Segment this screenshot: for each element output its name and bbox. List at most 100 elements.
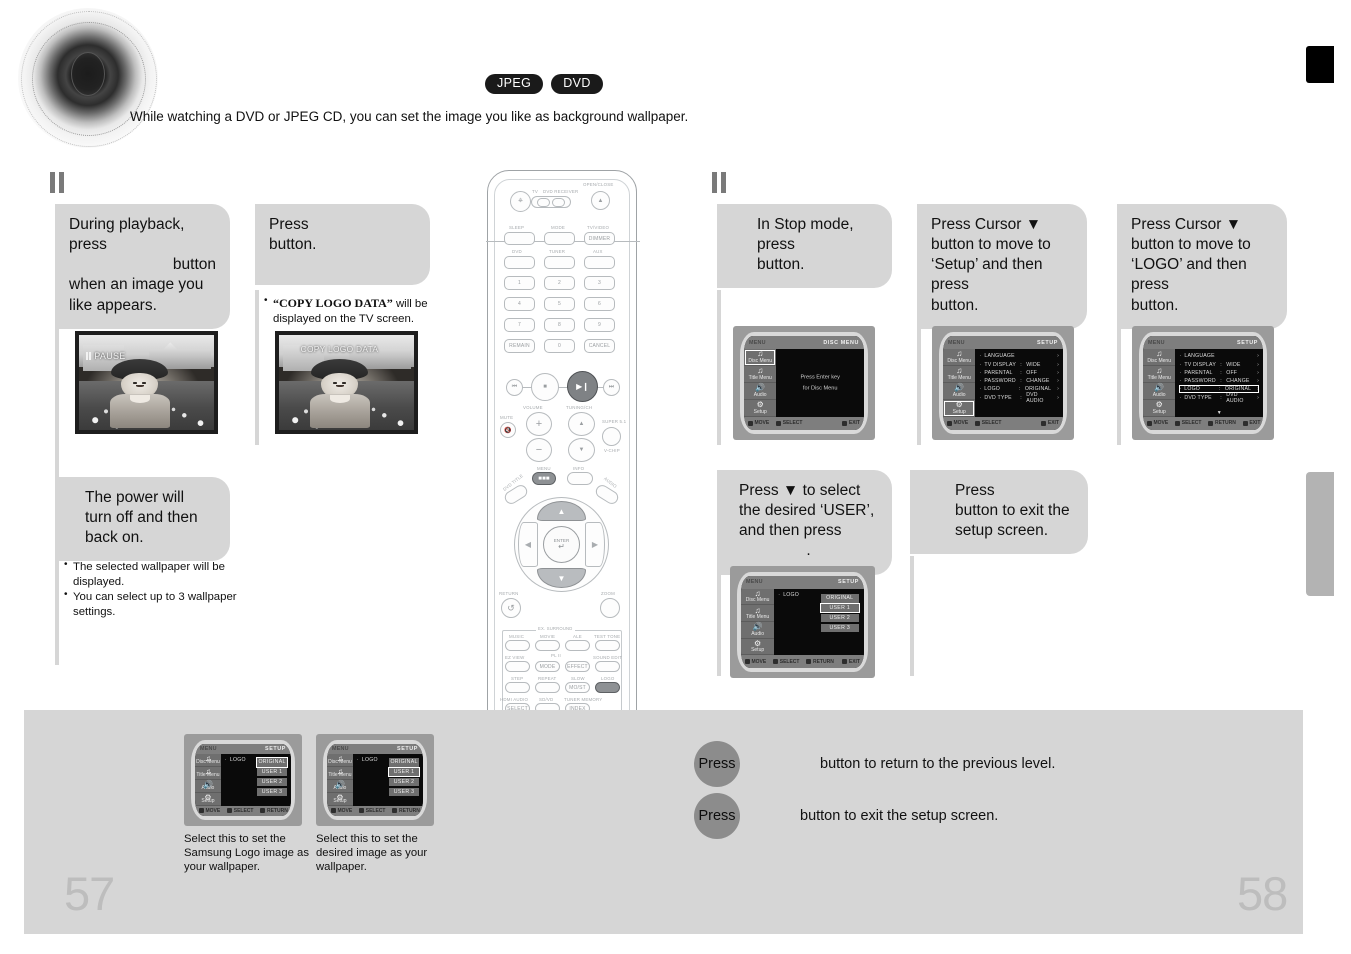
side-item-title-menu[interactable]: ♫ Title Menu [1143, 366, 1176, 383]
enter-button[interactable]: ENTER ↵ [543, 526, 580, 563]
sound-edit-button[interactable] [595, 661, 620, 672]
music-button[interactable] [505, 640, 530, 651]
mute-button[interactable]: 🔇 [500, 422, 516, 438]
cursor-left-button[interactable]: ◀ [518, 522, 538, 567]
sleep-label: SLEEP [509, 225, 525, 230]
setup-row[interactable]: · LANGUAGE › [1179, 352, 1259, 360]
cancel-button[interactable]: CANCEL [584, 339, 615, 353]
option-user-1[interactable]: USER 1 [819, 603, 860, 614]
step-button[interactable] [505, 682, 530, 693]
previous-track-button[interactable]: ⏮ [506, 379, 523, 396]
option-user-3[interactable]: USER 3 [257, 787, 287, 797]
option-user-2[interactable]: USER 2 [820, 613, 859, 623]
number-6-button[interactable]: 6 [584, 297, 615, 311]
menu-button[interactable]: ■■■ [532, 472, 556, 485]
side-item-setup[interactable]: ⚙ Setup [195, 793, 221, 806]
tuner-button[interactable] [544, 256, 575, 269]
volume-down-button[interactable]: − [526, 438, 552, 462]
number-1-button[interactable]: 1 [504, 276, 535, 290]
return-button[interactable]: ↺ [501, 598, 521, 618]
side-item-disc-menu[interactable]: ♫ Disc Menu [1143, 349, 1176, 367]
menu-title-left: MENU [1148, 339, 1165, 346]
play-pause-button[interactable]: ▶❙ [567, 371, 598, 402]
side-item-audio[interactable]: 🔊 Audio [195, 780, 221, 793]
side-item-disc-menu[interactable]: ♫ Disc Menu [744, 349, 777, 367]
side-item-disc-menu[interactable]: ♫ Disc Menu [943, 349, 976, 367]
side-item-title-menu[interactable]: ♫ Title Menu [744, 366, 777, 383]
side-item-audio[interactable]: 🔊 Audio [744, 383, 777, 400]
setup-row[interactable]: · PARENTAL: OFF › [1179, 369, 1259, 377]
option-user-1[interactable]: USER 1 [388, 767, 420, 778]
setup-row[interactable]: · DVD TYPE: DVD AUDIO › [979, 392, 1059, 404]
pl2-effect-button[interactable]: EFFECT [565, 661, 590, 672]
volume-up-button[interactable]: + [526, 412, 552, 436]
step-1-line-1: During playback, press [69, 216, 185, 254]
option-original[interactable]: ORIGINAL [389, 758, 419, 767]
ez-view-button[interactable] [505, 661, 530, 672]
mo-st-button[interactable]: MO/ST [565, 682, 590, 693]
setup-row[interactable]: · TV DISPLAY: WIDE › [979, 360, 1059, 368]
setup-row[interactable]: · LANGUAGE › [979, 352, 1059, 360]
option-original[interactable]: ORIGINAL [256, 757, 288, 768]
movie-button[interactable] [535, 640, 560, 651]
side-item-setup[interactable]: ⚙ Setup [744, 400, 777, 417]
number-4-button[interactable]: 4 [504, 297, 535, 311]
dvd-button[interactable] [504, 256, 535, 269]
super51-button[interactable] [602, 427, 621, 446]
setup-row[interactable]: · PASSWORD: CHANGE › [979, 377, 1059, 385]
power-button[interactable]: ⎈ [510, 191, 531, 212]
number-9-button[interactable]: 9 [584, 318, 615, 332]
side-item-setup[interactable]: ⚙ Setup [327, 793, 353, 806]
dimmer-button[interactable]: DIMMER [584, 232, 615, 245]
pl2-mode-button[interactable]: MODE [535, 661, 560, 672]
remain-button[interactable]: REMAIN [504, 339, 535, 353]
option-original[interactable]: ORIGINAL [820, 594, 859, 603]
side-item-title-menu[interactable]: ♫ Title Menu [327, 767, 353, 781]
mode-button[interactable] [544, 232, 575, 245]
option-user-2[interactable]: USER 2 [257, 777, 287, 787]
side-item-setup[interactable]: ⚙ Setup [1143, 400, 1176, 417]
setup-row[interactable]: · DVD TYPE: DVD AUDIO › [1179, 392, 1259, 404]
side-item-title-menu[interactable]: ♫ Title Menu [195, 767, 221, 781]
info-button[interactable] [567, 472, 593, 485]
side-item-disc-menu[interactable]: ♫ Disc Menu [741, 589, 775, 606]
side-item-setup[interactable]: ⚙ Setup [943, 400, 976, 417]
side-item-setup[interactable]: ⚙ Setup [741, 639, 775, 656]
ale-button[interactable] [565, 640, 590, 651]
number-2-button[interactable]: 2 [544, 276, 575, 290]
side-item-audio[interactable]: 🔊 Audio [741, 622, 775, 639]
side-item-audio[interactable]: 🔊 Audio [943, 383, 976, 400]
option-user-3[interactable]: USER 3 [389, 787, 419, 797]
next-track-button[interactable]: ⏭ [603, 379, 620, 396]
side-item-audio[interactable]: 🔊 Audio [1143, 383, 1176, 400]
cursor-right-button[interactable]: ▶ [585, 522, 605, 567]
test-tone-button[interactable] [595, 640, 620, 651]
logo-button[interactable] [595, 682, 620, 693]
number-0-button[interactable]: 0 [544, 339, 575, 353]
side-item-title-menu[interactable]: ♫ Title Menu [741, 605, 775, 622]
tuning-down-button[interactable]: ▼ [568, 438, 595, 462]
open-close-button[interactable]: ▲ [591, 191, 610, 210]
side-item-disc-menu[interactable]: ♫ Disc Menu [195, 754, 221, 768]
side-item-audio[interactable]: 🔊 Audio [327, 780, 353, 793]
tuning-up-button[interactable]: ▲ [568, 412, 595, 436]
zoom-button[interactable] [600, 598, 620, 618]
option-user-1[interactable]: USER 1 [257, 768, 287, 777]
setup-row[interactable]: · PASSWORD: CHANGE › [1179, 377, 1259, 385]
number-3-button[interactable]: 3 [584, 276, 615, 290]
speaker-icon: 🔊 [755, 383, 766, 393]
setup-row[interactable]: · TV DISPLAY: WIDE › [1179, 360, 1259, 368]
tv-dvd-selector[interactable] [531, 196, 571, 208]
number-5-button[interactable]: 5 [544, 297, 575, 311]
side-item-disc-menu[interactable]: ♫ Disc Menu [327, 754, 353, 768]
aux-button[interactable] [584, 256, 615, 269]
sleep-button[interactable] [504, 232, 535, 245]
repeat-button[interactable] [535, 682, 560, 693]
number-8-button[interactable]: 8 [544, 318, 575, 332]
side-item-title-menu[interactable]: ♫ Title Menu [943, 366, 976, 383]
option-user-2[interactable]: USER 2 [389, 777, 419, 787]
number-7-button[interactable]: 7 [504, 318, 535, 332]
stop-button[interactable]: ■ [531, 373, 559, 401]
option-user-3[interactable]: USER 3 [820, 623, 859, 633]
setup-row[interactable]: · PARENTAL: OFF › [979, 369, 1059, 377]
